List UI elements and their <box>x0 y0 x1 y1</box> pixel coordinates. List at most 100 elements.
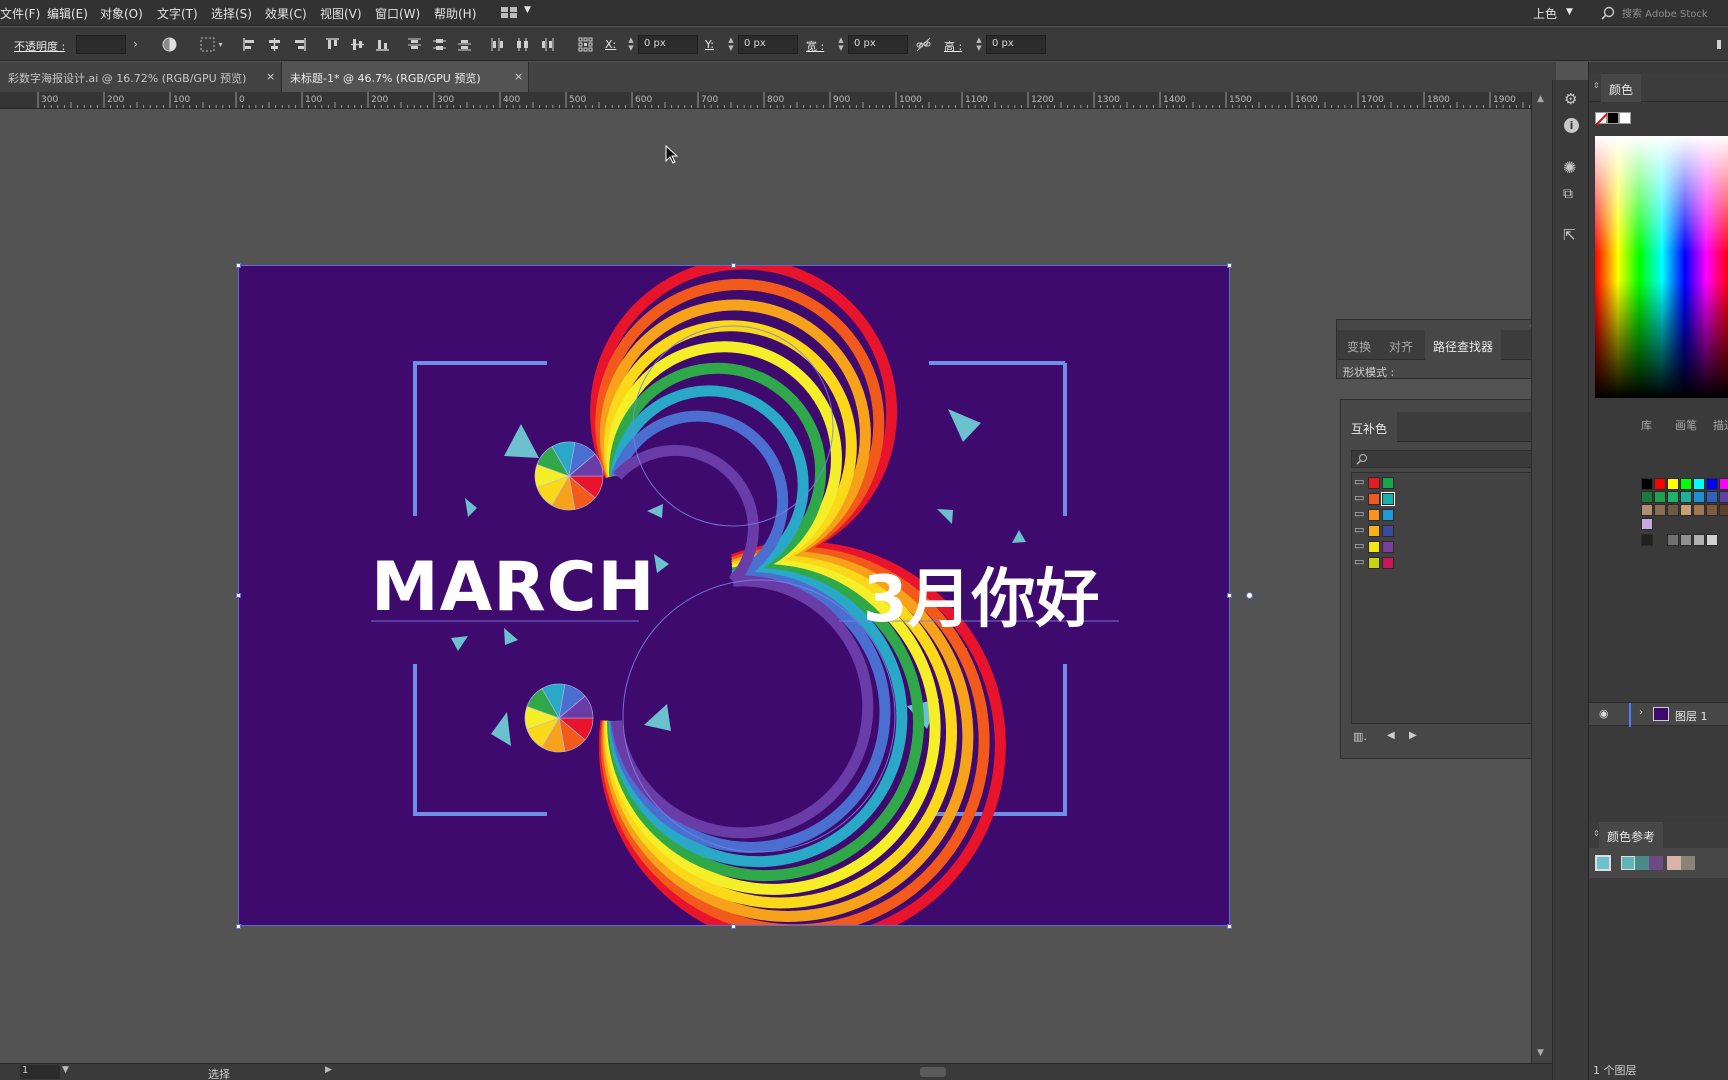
reference-point-icon[interactable] <box>578 37 593 52</box>
tab-stroke[interactable]: 描边 <box>1713 417 1728 433</box>
color-swatch[interactable] <box>1368 525 1380 537</box>
distribute-center-icon[interactable] <box>432 37 447 52</box>
color-swatch[interactable] <box>1641 518 1653 530</box>
color-swatch[interactable] <box>1667 478 1679 490</box>
artboard[interactable]: MARCH 3月你好 <box>238 265 1230 926</box>
color-swatch[interactable] <box>1654 478 1666 490</box>
handle-bl[interactable] <box>236 924 241 929</box>
color-swatch[interactable] <box>1654 491 1666 503</box>
y-field[interactable]: 0 px <box>738 35 798 54</box>
color-swatch[interactable] <box>1693 534 1705 546</box>
distribute-top-icon[interactable] <box>407 37 422 52</box>
menu-window[interactable]: 窗口(W) <box>375 5 420 22</box>
menu-select[interactable]: 选择(S) <box>211 5 252 22</box>
none-swatch[interactable] <box>1595 112 1609 126</box>
menu-help[interactable]: 帮助(H) <box>434 5 476 22</box>
color-swatch[interactable] <box>1382 541 1394 553</box>
color-swatch[interactable] <box>1382 509 1394 521</box>
workspace-switcher[interactable]: 上色 <box>1533 5 1557 22</box>
align-right-icon[interactable] <box>292 37 307 52</box>
color-swatch[interactable] <box>1382 525 1394 537</box>
color-swatch[interactable] <box>1654 504 1666 516</box>
swatch-groups-list[interactable]: ▭ ▭ ▭ ▭ ▭ ▭ <box>1351 472 1531 724</box>
color-swatch[interactable] <box>1693 478 1705 490</box>
chevron-down-icon[interactable]: ▼ <box>62 1065 69 1075</box>
color-swatch[interactable] <box>1680 504 1692 516</box>
swatch-group-row[interactable]: ▭ <box>1354 507 1414 523</box>
handle-bc[interactable] <box>731 924 736 929</box>
eye-icon[interactable]: ◉ <box>1599 707 1609 720</box>
control-bar-menu-icon[interactable] <box>1712 37 1727 52</box>
tab-color[interactable]: 颜色 <box>1601 74 1642 102</box>
previous-icon[interactable]: ◀ <box>1387 730 1395 741</box>
scroll-up-icon[interactable]: ▲ <box>1537 94 1544 104</box>
color-swatch[interactable] <box>1706 534 1718 546</box>
menu-effect[interactable]: 效果(C) <box>265 5 307 22</box>
guide-swatch[interactable] <box>1667 856 1681 870</box>
swatch-search-input[interactable] <box>1351 450 1531 468</box>
color-swatch[interactable] <box>1667 504 1679 516</box>
guide-swatch[interactable] <box>1681 856 1695 870</box>
menu-edit[interactable]: 编辑(E) <box>47 5 88 22</box>
swatch-group-row[interactable]: ▭ <box>1354 491 1414 507</box>
next-icon[interactable]: ▶ <box>1409 730 1417 741</box>
color-swatch[interactable] <box>1641 491 1653 503</box>
color-swatch[interactable] <box>1641 534 1653 546</box>
align-bottom-icon[interactable] <box>375 37 390 52</box>
align-center-v-icon[interactable] <box>350 37 365 52</box>
distribute-left-icon[interactable] <box>490 37 505 52</box>
tab-document-2[interactable]: 未标题-1* @ 46.7% (RGB/GPU 预览) × <box>282 62 529 92</box>
tab-align[interactable]: 对齐 <box>1389 338 1413 355</box>
gear-icon[interactable]: ⚙ <box>1564 90 1577 108</box>
color-swatch[interactable] <box>1680 534 1692 546</box>
close-icon[interactable]: × <box>514 70 523 83</box>
tab-document-1[interactable]: 彩数字海报设计.ai @ 16.72% (RGB/GPU 预览) × <box>0 62 282 92</box>
rotate-handle[interactable] <box>1246 592 1253 599</box>
width-field[interactable]: 0 px <box>848 35 908 54</box>
horizontal-scroll-thumb[interactable] <box>920 1067 946 1077</box>
swatch-grid[interactable] <box>1641 478 1728 588</box>
menu-type[interactable]: 文字(T) <box>157 5 198 22</box>
color-swatch[interactable] <box>1693 491 1705 503</box>
color-swatch[interactable] <box>1693 504 1705 516</box>
march-text[interactable]: MARCH <box>371 548 655 627</box>
color-swatch[interactable] <box>1382 477 1394 489</box>
expand-icon[interactable]: › <box>1639 707 1643 718</box>
color-swatch[interactable] <box>1667 534 1679 546</box>
artboard-number-field[interactable]: 1 <box>20 1065 60 1079</box>
color-swatch[interactable] <box>1680 491 1692 503</box>
handle-tl[interactable] <box>236 263 241 268</box>
height-field[interactable]: 0 px <box>986 35 1046 54</box>
color-swatch[interactable] <box>1368 509 1380 521</box>
menu-file[interactable]: 文件(F) <box>0 5 40 22</box>
color-swatch[interactable] <box>1641 478 1653 490</box>
height-stepper[interactable]: ▲ ▼ <box>974 36 984 53</box>
y-stepper[interactable]: ▲ ▼ <box>726 36 736 53</box>
handle-br[interactable] <box>1227 924 1232 929</box>
guide-swatch[interactable] <box>1621 856 1635 870</box>
handle-tc[interactable] <box>731 263 736 268</box>
swatch-group-row[interactable]: ▭ <box>1354 523 1414 539</box>
appearance-icon[interactable]: ✺ <box>1563 158 1576 177</box>
workspace-chevron-icon[interactable]: ▼ <box>1566 7 1573 17</box>
grid-select-chevron-icon[interactable]: ▾ <box>213 37 228 52</box>
distribute-h-center-icon[interactable] <box>515 37 530 52</box>
width-stepper[interactable]: ▲ ▼ <box>836 36 846 53</box>
link-proportions-icon[interactable] <box>916 37 931 52</box>
tab-libraries[interactable]: 库 <box>1641 417 1652 433</box>
color-swatch[interactable] <box>1368 477 1380 489</box>
color-swatch[interactable] <box>1706 504 1718 516</box>
color-swatch[interactable] <box>1382 557 1394 569</box>
color-swatch[interactable] <box>1381 492 1395 506</box>
align-center-h-icon[interactable] <box>267 37 282 52</box>
align-top-icon[interactable] <box>325 37 340 52</box>
menu-view[interactable]: 视图(V) <box>320 5 362 22</box>
handle-ml[interactable] <box>236 593 241 598</box>
layer-row[interactable]: ◉ › 图层 1 <box>1589 702 1728 727</box>
canvas[interactable]: MARCH 3月你好 变换 对齐 路径查找器 ≡ ◂◂ × 形状模式 : ◂◂ … <box>0 109 1531 1064</box>
tab-complementary[interactable]: 互补色 <box>1341 412 1398 442</box>
handle-tr[interactable] <box>1227 263 1232 268</box>
color-swatch[interactable] <box>1719 491 1728 503</box>
x-stepper[interactable]: ▲ ▼ <box>626 36 636 53</box>
color-swatch[interactable] <box>1719 504 1728 516</box>
